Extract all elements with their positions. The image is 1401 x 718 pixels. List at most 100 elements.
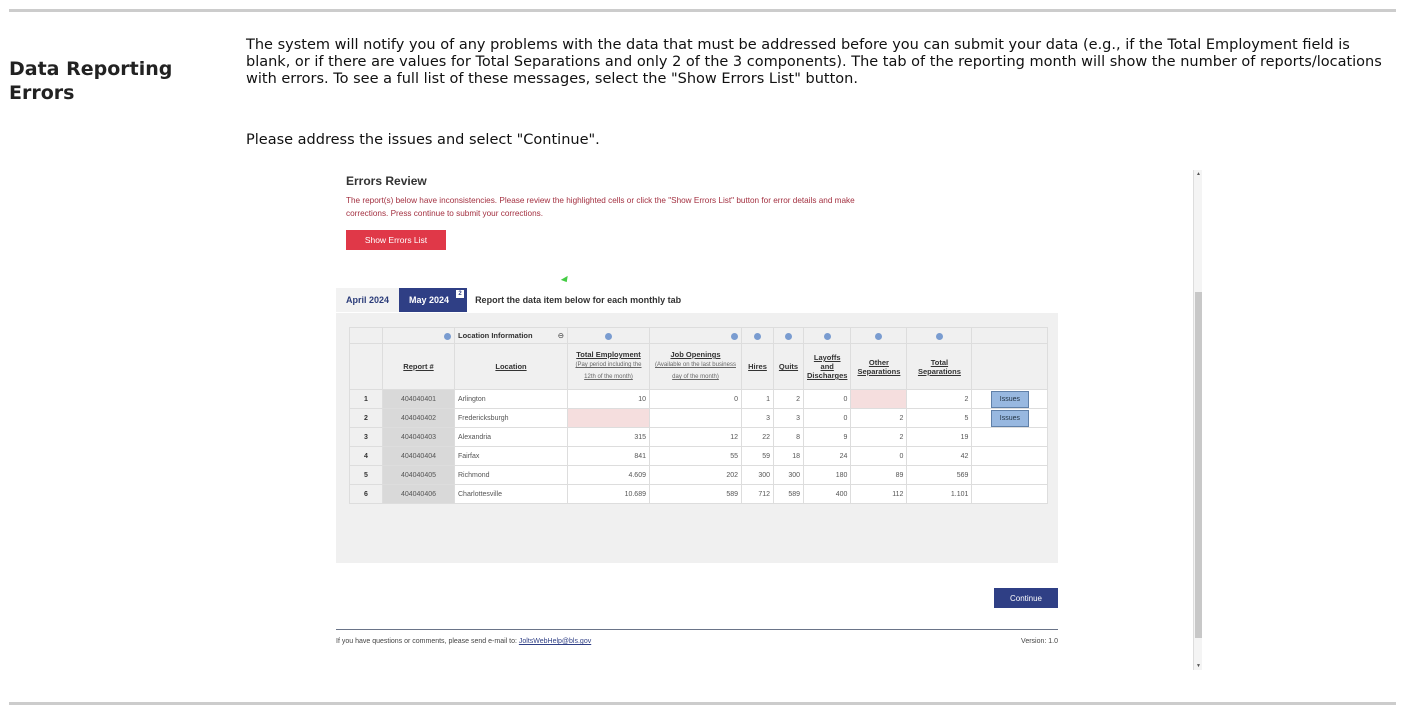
cell-te[interactable]: 4.609 (567, 465, 650, 485)
info-icon[interactable] (731, 332, 738, 340)
cell-other[interactable]: 2 (850, 427, 908, 447)
table-row: 4 404040404 Fairfax 841 55 59 18 24 0 42 (349, 446, 1049, 466)
cell-other[interactable]: 112 (850, 484, 908, 504)
cell-total[interactable]: 42 (906, 446, 973, 466)
col-location[interactable]: Location (458, 362, 564, 371)
cell-te[interactable]: 315 (567, 427, 650, 447)
cell-te[interactable]: 10.689 (567, 484, 650, 504)
cell-location: Fredericksburgh (454, 408, 568, 428)
cell-location: Richmond (454, 465, 568, 485)
cell-hires[interactable]: 3 (741, 408, 774, 428)
group-header: Location Information ⊖ (454, 327, 568, 344)
error-count-badge: 2 (456, 290, 465, 298)
cell-jo[interactable]: 589 (649, 484, 742, 504)
tab-label: May 2024 (409, 295, 450, 305)
show-errors-list-button[interactable]: Show Errors List (346, 230, 446, 250)
row-number: 4 (349, 446, 383, 466)
col-sub: (Available on the last business day of t… (655, 362, 736, 380)
cell-report: 404040402 (382, 408, 455, 428)
cell-layoffs[interactable]: 0 (802, 408, 852, 428)
tab-april-2024[interactable]: April 2024 (336, 288, 400, 312)
scroll-up-icon[interactable]: ▲ (1196, 171, 1201, 177)
cell-jo[interactable]: 12 (649, 427, 742, 447)
cell-hires[interactable]: 59 (741, 446, 774, 466)
continue-button[interactable]: Continue (994, 588, 1058, 608)
cell-quits[interactable]: 3 (773, 408, 804, 428)
cell-other[interactable]: 2 (850, 408, 908, 428)
scrollbar[interactable]: ▲ ▼ (1193, 170, 1202, 670)
table-row: 5 404040405 Richmond 4.609 202 300 300 180 89 569 (349, 465, 1049, 485)
issues-button[interactable]: Issues (990, 390, 1029, 408)
cell-layoffs[interactable]: 180 (802, 465, 852, 485)
info-icon[interactable] (875, 332, 883, 340)
cell-te[interactable]: 10 (567, 389, 650, 409)
cell-jo[interactable] (649, 408, 742, 428)
col-job-openings[interactable]: Job Openings (653, 350, 738, 359)
cell-hires[interactable]: 300 (741, 465, 774, 485)
month-tabs: April 2024 May 2024 2 Report the data ite… (336, 288, 681, 312)
issues-button[interactable]: Issues (990, 409, 1029, 427)
cell-layoffs[interactable]: 24 (802, 446, 852, 466)
cell-report: 404040403 (382, 427, 455, 447)
cell-hires[interactable]: 22 (741, 427, 774, 447)
cell-report: 404040406 (382, 484, 455, 504)
mouse-cursor-icon (560, 275, 571, 285)
col-report[interactable]: Report # (386, 362, 451, 371)
errors-review-screenshot: Errors Review The report(s) below have i… (336, 170, 1202, 670)
table-panel: Location Information ⊖ Report # Location… (336, 313, 1058, 563)
cell-quits[interactable]: 8 (773, 427, 804, 447)
info-icon[interactable] (444, 332, 451, 340)
cell-hires[interactable]: 1 (741, 389, 774, 409)
cell-jo[interactable]: 202 (649, 465, 742, 485)
collapse-icon[interactable]: ⊖ (558, 331, 564, 340)
cell-quits[interactable]: 589 (773, 484, 804, 504)
cell-quits[interactable]: 300 (773, 465, 804, 485)
scroll-down-icon[interactable]: ▼ (1196, 663, 1201, 669)
cell-layoffs[interactable]: 0 (802, 389, 852, 409)
cell-location: Charlottesville (454, 484, 568, 504)
cell-other[interactable] (850, 389, 908, 409)
cell-total[interactable]: 1.101 (906, 484, 973, 504)
cell-location: Alexandria (454, 427, 568, 447)
footer-divider (336, 629, 1058, 630)
footer-label: If you have questions or comments, pleas… (336, 638, 519, 645)
cell-quits[interactable]: 18 (773, 446, 804, 466)
cell-layoffs[interactable]: 400 (802, 484, 852, 504)
col-sub: (Pay period including the 12th of the mo… (575, 362, 642, 380)
row-number: 1 (349, 389, 383, 409)
bottom-divider (9, 702, 1396, 705)
cell-layoffs[interactable]: 9 (802, 427, 852, 447)
table-row: 1 404040401 Arlington 10 0 1 2 0 2 Issues (349, 389, 1049, 409)
cell-quits[interactable]: 2 (773, 389, 804, 409)
col-total-employment[interactable]: Total Employment (571, 350, 646, 359)
info-icon[interactable] (605, 332, 612, 340)
cell-te[interactable]: 841 (567, 446, 650, 466)
data-table: Location Information ⊖ Report # Location… (349, 327, 1049, 504)
cell-te[interactable] (567, 408, 650, 428)
tab-label: April 2024 (346, 295, 390, 305)
cell-report: 404040401 (382, 389, 455, 409)
scrollbar-thumb[interactable] (1195, 292, 1202, 638)
cell-total[interactable]: 5 (906, 408, 973, 428)
cell-other[interactable]: 89 (850, 465, 908, 485)
col-quits[interactable]: Quits (777, 362, 800, 371)
info-icon[interactable] (754, 332, 761, 340)
col-other-separations[interactable]: Other Separations (854, 358, 903, 376)
col-total-separations[interactable]: Total Separations (910, 358, 968, 376)
col-layoffs[interactable]: Layoffs and Discharges (807, 353, 847, 380)
table-row: 3 404040403 Alexandria 315 12 22 8 9 2 19 (349, 427, 1049, 447)
cell-jo[interactable]: 55 (649, 446, 742, 466)
info-icon[interactable] (785, 332, 792, 340)
cell-jo[interactable]: 0 (649, 389, 742, 409)
tab-may-2024[interactable]: May 2024 2 (399, 288, 468, 312)
cell-other[interactable]: 0 (850, 446, 908, 466)
info-icon[interactable] (823, 332, 831, 340)
email-link[interactable]: JoltsWebHelp@bls.gov (519, 638, 591, 645)
errors-message: The report(s) below have inconsistencies… (346, 196, 855, 218)
info-icon[interactable] (935, 332, 943, 340)
cell-total[interactable]: 19 (906, 427, 973, 447)
cell-hires[interactable]: 712 (741, 484, 774, 504)
cell-total[interactable]: 2 (906, 389, 973, 409)
cell-total[interactable]: 569 (906, 465, 973, 485)
col-hires[interactable]: Hires (745, 362, 770, 371)
